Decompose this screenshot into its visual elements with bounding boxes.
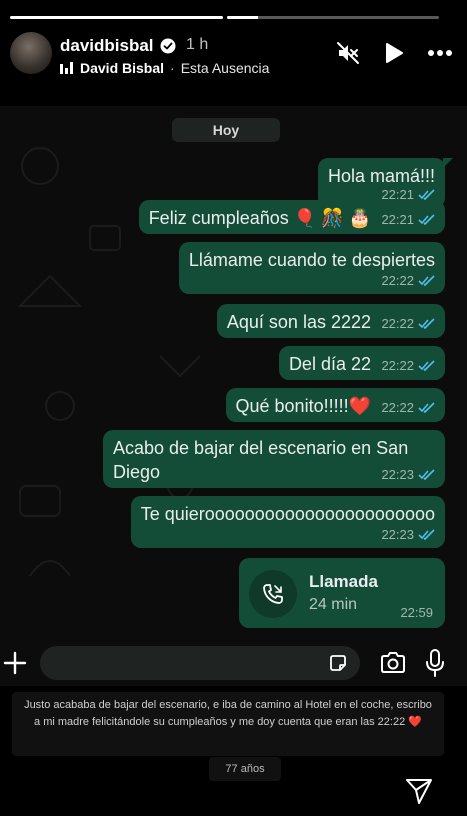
message-bubble: Aquí son las 2222 22:22 xyxy=(216,304,445,338)
message-bubble: Feliz cumpleaños 🎈 🎊 🎂 22:21 xyxy=(138,200,445,234)
send-icon[interactable] xyxy=(404,776,434,806)
music-bars-icon xyxy=(60,62,74,74)
call-bubble[interactable]: Llamada 24 min 22:59 xyxy=(239,558,445,628)
verified-badge-icon xyxy=(160,38,176,54)
story-header: davidbisbal 1 h David Bisbal · Esta Ause… xyxy=(10,28,457,84)
story-progress-segment-1 xyxy=(10,16,223,19)
mute-icon[interactable] xyxy=(335,40,361,66)
message-time: 22:22 xyxy=(381,273,414,288)
message-bubble: Qué bonito!!!!!❤️ 22:22 xyxy=(225,388,445,422)
message-bubble: Del día 22 22:22 xyxy=(278,346,445,380)
message-text: Feliz cumpleaños 🎈 🎊 🎂 xyxy=(148,208,371,228)
story-caption: Justo acababa de bajar del escenario, e … xyxy=(12,692,444,756)
play-icon[interactable] xyxy=(381,40,407,66)
read-ticks-icon xyxy=(418,529,435,540)
message-bubble: Llámame cuando te despiertes 22:22 xyxy=(178,242,445,294)
read-ticks-icon xyxy=(418,360,435,371)
story-progress xyxy=(10,16,439,19)
call-title: Llamada xyxy=(309,572,378,591)
message-bubble: Acabo de bajar del escenario en San Dieg… xyxy=(103,430,445,488)
message-time: 22:22 xyxy=(381,400,414,415)
message-text: Te quierooooooooooooooooooooooo xyxy=(140,504,435,524)
message-text: Qué bonito!!!!!❤️ xyxy=(235,396,371,416)
sticker-icon[interactable] xyxy=(328,653,348,673)
read-ticks-icon xyxy=(418,189,435,200)
header-actions xyxy=(335,40,453,66)
avatar[interactable] xyxy=(10,32,52,74)
read-ticks-icon xyxy=(418,318,435,329)
message-input[interactable] xyxy=(40,646,360,680)
message-time: 22:23 xyxy=(381,467,414,482)
music-separator: · xyxy=(170,60,175,76)
read-ticks-icon xyxy=(418,469,435,480)
composer-bar xyxy=(0,640,467,686)
message-text: Del día 22 xyxy=(288,354,371,374)
music-info[interactable]: David Bisbal · Esta Ausencia xyxy=(60,60,269,76)
call-time: 22:59 xyxy=(400,605,433,620)
camera-icon[interactable] xyxy=(380,652,406,674)
chat-screenshot: Hoy Hola mamá!!! 22:21 Feliz cumpleaños … xyxy=(0,106,467,640)
message-time: 22:21 xyxy=(381,212,414,227)
date-chip: Hoy xyxy=(172,118,280,142)
music-song: Esta Ausencia xyxy=(180,60,270,76)
age-badge: 77 años xyxy=(209,757,281,781)
story-progress-segment-2 xyxy=(226,16,439,19)
read-ticks-icon xyxy=(418,214,435,225)
music-artist: David Bisbal xyxy=(80,60,165,76)
message-time: 22:22 xyxy=(381,358,414,373)
message-text: Hola mamá!!! xyxy=(327,166,435,186)
message-time: 22:23 xyxy=(381,527,414,542)
call-duration: 24 min xyxy=(309,596,358,613)
username[interactable]: davidbisbal xyxy=(60,36,154,56)
phone-icon xyxy=(249,570,297,618)
read-ticks-icon xyxy=(418,275,435,286)
read-ticks-icon xyxy=(418,402,435,413)
story-time: 1 h xyxy=(186,36,209,53)
message-text: Llámame cuando te despiertes xyxy=(188,250,435,270)
message-text: Aquí son las 2222 xyxy=(226,312,371,332)
more-icon[interactable] xyxy=(427,40,453,66)
microphone-icon[interactable] xyxy=(424,649,446,677)
message-time: 22:22 xyxy=(381,316,414,331)
message-bubble: Te quierooooooooooooooooooooooo 22:23 xyxy=(130,496,445,548)
plus-icon[interactable] xyxy=(2,650,28,676)
